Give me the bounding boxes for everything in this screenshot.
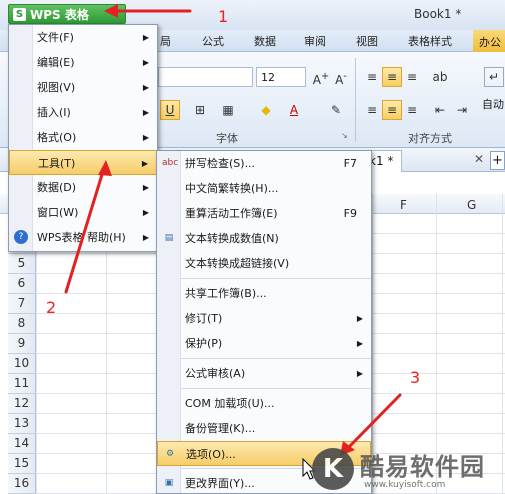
watermark-url: www.kuyisoft.com <box>364 480 446 490</box>
arrowhead-1 <box>104 4 118 18</box>
annotation-number-1: 1 <box>218 7 229 26</box>
arrowhead-2 <box>98 160 112 176</box>
annotation-number-2: 2 <box>46 298 57 317</box>
arrow-2 <box>64 166 106 294</box>
annotation-arrows <box>64 4 402 456</box>
arrow-3 <box>344 393 402 452</box>
annotation-number-3: 3 <box>410 368 421 387</box>
watermark-text: 酷易软件园 <box>360 453 485 481</box>
watermark-logo-icon: K <box>312 448 354 490</box>
